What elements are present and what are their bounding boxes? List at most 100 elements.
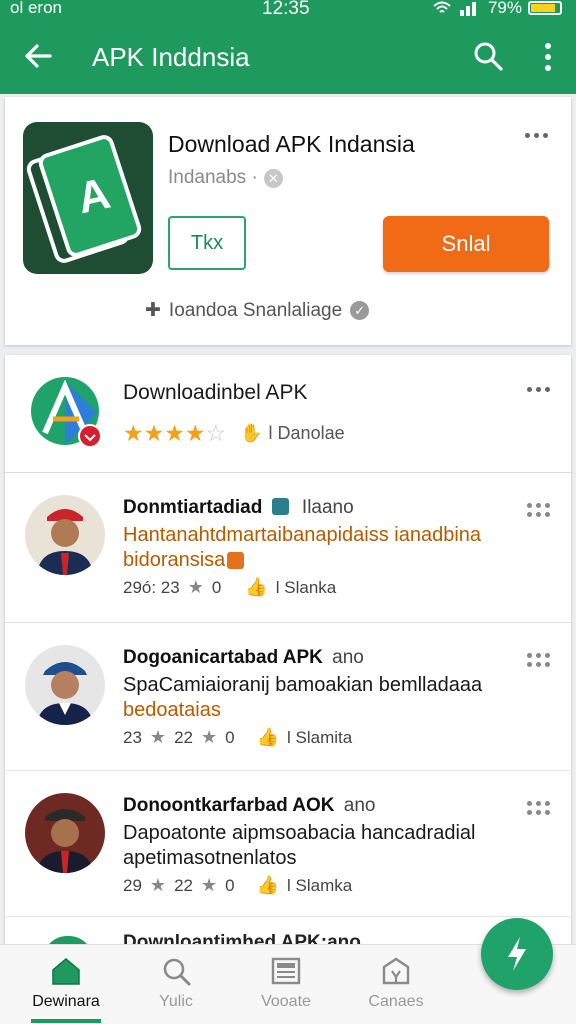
hero-footer-label: Ioandoa Snanlaliage bbox=[168, 299, 343, 321]
wifi-icon bbox=[433, 1, 451, 13]
review-author-name: Donmtiartadiad bbox=[123, 497, 263, 518]
review-text: Hantanahtdmartaibanapidaiss ianadbina bi… bbox=[123, 523, 553, 573]
plus-icon: ✚ bbox=[145, 300, 161, 321]
review-count-2: 22 bbox=[174, 727, 193, 747]
battery-icon bbox=[528, 1, 562, 15]
badge-icon bbox=[271, 498, 289, 515]
battery-percent: 79% bbox=[487, 0, 522, 17]
tag-icon bbox=[227, 552, 245, 570]
tab-news[interactable]: Vooate bbox=[231, 945, 341, 1024]
review-author: Donoontkarfarbad AOK ano bbox=[123, 795, 375, 817]
developer-label: Indanabs · bbox=[168, 167, 258, 188]
search-icon[interactable] bbox=[472, 40, 504, 72]
star-icon: ★ bbox=[143, 420, 165, 446]
app-bar: ol eron 12:35 79% APK Inddnsia bbox=[0, 0, 576, 94]
review-more-icon[interactable] bbox=[527, 801, 550, 815]
review-count-3: 0 bbox=[225, 875, 235, 895]
review-author: Donmtiartadiad Ilaano bbox=[123, 497, 354, 519]
star-empty-icon: ☆ bbox=[205, 420, 227, 446]
review-item: Dogoanicartabad APK ano SpaCamiaioranij … bbox=[5, 623, 571, 771]
app-icon[interactable]: A bbox=[23, 122, 153, 274]
star-icon: ★ bbox=[149, 727, 167, 747]
reviews-card: Downloadinbel APK ★ ★ ★ ★ ☆ ✋ l Danolae bbox=[5, 355, 571, 955]
star-icon: ★ bbox=[123, 420, 144, 446]
review-count: 29 bbox=[123, 875, 142, 895]
review-author-tag: ano bbox=[332, 647, 364, 668]
review-likes: l Slamita bbox=[287, 727, 353, 747]
star-icon: ★ bbox=[187, 577, 204, 597]
home-icon bbox=[52, 958, 80, 985]
review-more-icon[interactable] bbox=[527, 503, 550, 517]
review-more-icon[interactable] bbox=[527, 653, 550, 667]
tab-apps[interactable]: Canaes bbox=[341, 945, 451, 1024]
review-text: Dapoatonte aipmsoabacia hancadradial ape… bbox=[123, 821, 553, 871]
app-detail-card: A Download APK Indansia Indanabs · ✕ Tkx… bbox=[5, 97, 571, 345]
avatar[interactable] bbox=[25, 495, 105, 575]
rating-stars: ★ ★ ★ ★ ☆ ✋ l Danolae bbox=[123, 420, 345, 447]
search-icon bbox=[163, 958, 191, 986]
star-icon: ★ bbox=[164, 420, 185, 446]
avatar[interactable] bbox=[25, 645, 105, 725]
tab-apps-label: Canaes bbox=[368, 993, 424, 1010]
person-icon bbox=[25, 793, 105, 873]
verified-icon: ✓ bbox=[350, 301, 370, 320]
like-icon[interactable]: 👍 bbox=[257, 875, 279, 896]
app-title: Download APK Indansia bbox=[168, 131, 415, 157]
star-icon: ★ bbox=[149, 875, 167, 895]
clock: 12:35 bbox=[262, 0, 310, 19]
review-author-name: Dogoanicartabad APK bbox=[123, 647, 323, 668]
overflow-menu-icon[interactable] bbox=[536, 40, 560, 74]
review-meta: 29 ★ 22 ★ 0 👍 l Slamka bbox=[123, 875, 352, 896]
review-line-2: bidoransisa bbox=[123, 549, 226, 571]
review-line-1: SpaCamiaioranij bamoakian bemlladaaa bbox=[123, 674, 483, 696]
toolbar: APK Inddnsia bbox=[0, 30, 576, 86]
page-title: APK Inddnsia bbox=[92, 42, 250, 72]
review-line-1: Dapoatonte aipmsoabacia hancadradial bbox=[123, 822, 476, 844]
tab-home-label: Dewinara bbox=[32, 993, 100, 1010]
tab-home[interactable]: Dewinara bbox=[11, 945, 121, 1024]
status-icons: 79% bbox=[432, 0, 562, 18]
fab-button[interactable] bbox=[481, 918, 553, 990]
news-icon bbox=[271, 957, 301, 985]
lightning-icon bbox=[508, 937, 526, 971]
like-icon[interactable]: 👍 bbox=[257, 727, 279, 748]
hero-more-icon[interactable] bbox=[525, 133, 548, 138]
hero-footer: ✚ Ioandoa Snanlaliage ✓ bbox=[145, 299, 370, 322]
review-likes: l Slamka bbox=[287, 875, 353, 895]
review-meta: 29ó: 23 ★ 0 👍 l Slanka bbox=[123, 577, 336, 598]
review-likes: l Slanka bbox=[275, 577, 337, 597]
review-count: 29ó: 23 bbox=[123, 577, 180, 597]
tab-search-label: Yulic bbox=[159, 993, 193, 1010]
featured-row[interactable]: Downloadinbel APK ★ ★ ★ ★ ☆ ✋ l Danolae bbox=[5, 355, 571, 473]
review-line-2: bedoataias bbox=[123, 699, 221, 721]
featured-title: Downloadinbel APK bbox=[123, 381, 308, 404]
star-icon: ★ bbox=[200, 727, 218, 747]
star-icon: ★ bbox=[184, 420, 206, 446]
review-meta: 23 ★ 22 ★ 0 👍 l Slamita bbox=[123, 727, 352, 748]
review-count-2: 22 bbox=[174, 875, 193, 895]
like-icon[interactable]: 👍 bbox=[245, 577, 267, 598]
review-line-2: apetimasotnenlatos bbox=[123, 847, 297, 869]
install-button[interactable]: Snlal bbox=[383, 216, 549, 272]
back-arrow-icon[interactable] bbox=[22, 40, 54, 72]
secondary-button[interactable]: Tkx bbox=[168, 216, 246, 270]
review-count-2: 0 bbox=[211, 577, 222, 597]
clear-icon[interactable]: ✕ bbox=[263, 168, 283, 188]
carrier-label: ol eron bbox=[10, 0, 62, 17]
status-bar: ol eron 12:35 79% bbox=[0, 0, 576, 22]
featured-more-icon[interactable] bbox=[527, 387, 550, 392]
tab-search[interactable]: Yulic bbox=[121, 945, 231, 1024]
review-text: SpaCamiaioranij bamoakian bemlladaaa bed… bbox=[123, 673, 553, 723]
avatar[interactable] bbox=[25, 793, 105, 873]
review-author-tag: ano bbox=[343, 795, 376, 816]
review-count: 23 bbox=[123, 727, 142, 747]
signal-icon bbox=[459, 2, 476, 16]
apps-icon bbox=[382, 957, 410, 985]
app-developer: Indanabs · ✕ bbox=[168, 167, 283, 189]
card-logo-icon: A bbox=[26, 135, 142, 263]
featured-app-icon bbox=[31, 377, 102, 448]
review-count-3: 0 bbox=[225, 727, 235, 747]
review-author-tag: Ilaano bbox=[301, 497, 354, 518]
featured-meta: ✋ l Danolae bbox=[240, 423, 344, 444]
review-line-1: Hantanahtdmartaibanapidaiss ianadbina bbox=[123, 524, 482, 546]
